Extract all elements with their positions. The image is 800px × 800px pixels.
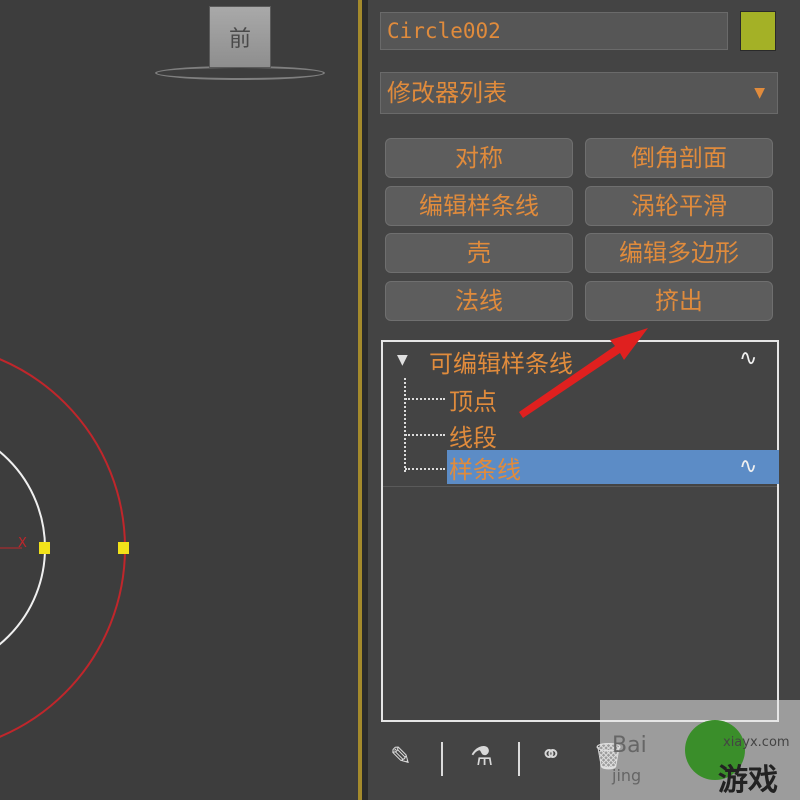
vertex-handle-outer [118, 542, 129, 554]
modifier-button-extrude[interactable]: 挤出 [585, 281, 773, 321]
collapse-triangle-icon[interactable]: ▼ [397, 352, 408, 368]
watermark-baidu-text: Bai [612, 733, 647, 758]
watermark-brand-text: 游戏 [718, 763, 778, 798]
modifier-list-dropdown[interactable]: 修改器列表 ▼ [380, 72, 778, 114]
object-name-field[interactable]: Circle002 [380, 12, 728, 50]
watermark-site-text: xiayx.com [723, 735, 790, 750]
axis-label: X [18, 536, 27, 551]
tree-connector-h1 [405, 398, 445, 400]
viewport[interactable]: X 前 [0, 0, 358, 800]
spline-wave-icon: ∿ [739, 454, 758, 479]
modifier-list-label: 修改器列表 [387, 79, 507, 107]
modifier-button-edit-spline[interactable]: 编辑样条线 [385, 186, 573, 226]
stack-subitem-spline-selected[interactable]: 样条线 ∿ [447, 450, 779, 484]
stack-subitem-spline: 样条线 [449, 456, 521, 484]
spline-wave-icon[interactable]: ∿ [739, 346, 757, 371]
stack-subitem-vertex[interactable]: 顶点 [449, 382, 497, 417]
object-color-swatch[interactable] [740, 11, 776, 51]
modifier-button-edit-poly[interactable]: 编辑多边形 [585, 233, 773, 273]
tree-connector-h2 [405, 434, 445, 436]
chevron-down-icon: ▼ [754, 85, 765, 101]
stack-item-editable-spline[interactable]: 可编辑样条线 [429, 344, 573, 379]
vertex-handle-inner [39, 542, 50, 554]
tree-connector-vertical [404, 378, 406, 472]
pin-stack-icon[interactable]: ✎ [390, 742, 412, 772]
modifier-button-turbosmooth[interactable]: 涡轮平滑 [585, 186, 773, 226]
stack-divider [383, 486, 777, 487]
tree-connector-h3 [405, 468, 445, 470]
viewcube[interactable]: 前 [209, 6, 271, 68]
modifier-button-normal[interactable]: 法线 [385, 281, 573, 321]
make-unique-icon[interactable]: ⚭ [540, 740, 562, 770]
toolbar-separator [518, 742, 520, 776]
modifier-button-symmetry[interactable]: 对称 [385, 138, 573, 178]
viewcube-ring[interactable] [155, 66, 325, 80]
watermark-jing-text: jing [612, 766, 642, 785]
modifier-stack[interactable]: ▼ 可编辑样条线 ∿ 顶点 线段 样条线 ∿ [381, 340, 779, 722]
show-end-result-icon[interactable]: ⚗ [470, 742, 493, 772]
stack-subitem-segment[interactable]: 线段 [449, 418, 497, 453]
modifier-button-shell[interactable]: 壳 [385, 233, 573, 273]
spline-drawing [0, 358, 129, 738]
viewcube-label: 前 [228, 27, 251, 52]
modifier-button-bevel-profile[interactable]: 倒角剖面 [585, 138, 773, 178]
toolbar-separator [441, 742, 443, 776]
